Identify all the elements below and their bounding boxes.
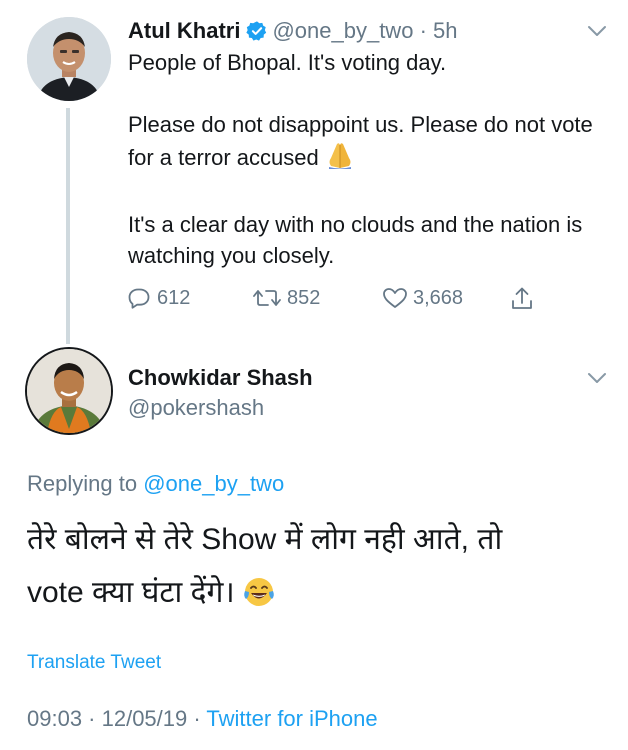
reply-button[interactable]: 612 (128, 286, 190, 310)
tweet2-footer: 09:03 · 12/05/19 · Twitter for iPhone (27, 705, 378, 733)
folded-hands-emoji-icon (325, 140, 355, 178)
tweet1-author-name[interactable]: Atul Khatri (128, 18, 240, 43)
translate-tweet-link[interactable]: Translate Tweet (27, 650, 161, 676)
tweet1-paragraph-3: It's a clear day with no clouds and the … (128, 212, 583, 268)
thread-connector-line (66, 108, 70, 344)
replying-to-mention-link[interactable]: @one_by_two (143, 471, 284, 496)
tweet1-actions: 612 852 3,668 (128, 286, 548, 312)
tweet2-timestamp[interactable]: 09:03 · 12/05/19 (27, 706, 187, 731)
replying-to-label: Replying to (27, 471, 138, 496)
tweet2-author-name[interactable]: Chowkidar Shash (128, 364, 313, 392)
tweet1-body: People of Bhopal. It's voting day. Pleas… (128, 47, 598, 271)
tweet2-body-line-2-text: vote क्या घंटा देंगे। (27, 576, 235, 609)
avatar-atul-khatri[interactable] (27, 17, 111, 101)
avatar-chowkidar-shash[interactable] (25, 347, 113, 435)
like-count: 3,668 (413, 286, 464, 309)
tweet1-handle[interactable]: @one_by_two (272, 18, 413, 43)
tweet1-time[interactable]: 5h (433, 18, 457, 43)
tweet2-menu-chevron-down-icon[interactable] (586, 367, 608, 389)
tweet2-body: तेरे बोलने से तेरे Show में लोग नही आते,… (27, 513, 607, 625)
tweet1-header: Atul Khatri @one_by_two · 5h (128, 17, 458, 49)
reply-count: 612 (157, 286, 191, 309)
like-button[interactable]: 3,668 (382, 286, 463, 310)
tweet1-paragraph-2-text: Please do not disappoint us. Please do n… (128, 112, 593, 170)
tweet1-paragraph-1: People of Bhopal. It's voting day. (128, 50, 447, 75)
verified-badge-icon (246, 20, 268, 49)
tweet1-separator: · (419, 18, 427, 43)
tweet2-handle[interactable]: @pokershash (128, 394, 264, 422)
replying-to-line: Replying to @one_by_two (27, 470, 284, 498)
tweet1-menu-chevron-down-icon[interactable] (586, 20, 608, 42)
heart-icon (383, 288, 407, 308)
tweet-source-link[interactable]: Twitter for iPhone (206, 706, 377, 731)
retweet-button[interactable]: 852 (252, 286, 320, 310)
face-with-tears-of-joy-emoji-icon (243, 572, 275, 625)
tweet2-body-line-2: vote क्या घंटा देंगे। (27, 566, 607, 625)
retweet-icon (253, 290, 281, 306)
share-button[interactable] (510, 286, 539, 312)
reply-icon (128, 288, 150, 309)
tweet1-paragraph-2: Please do not disappoint us. Please do n… (128, 109, 598, 178)
retweet-count: 852 (287, 286, 321, 309)
share-icon (512, 287, 532, 309)
tweet2-body-line-1: तेरे बोलने से तेरे Show में लोग नही आते,… (27, 523, 503, 556)
footer-separator: · (193, 706, 201, 731)
